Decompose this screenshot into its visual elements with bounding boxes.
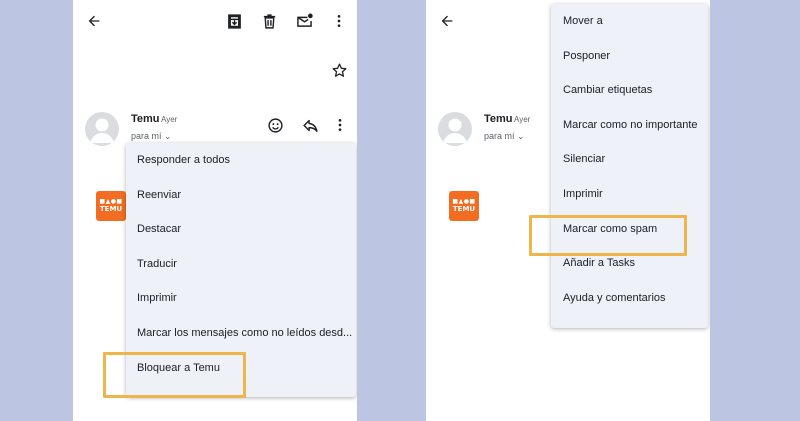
- temu-logo: ■▲●■ TEMU: [449, 191, 479, 221]
- recipient-label: para mí: [484, 131, 515, 141]
- menu-item-snooze[interactable]: Posponer: [551, 39, 708, 74]
- menu-item-move-to[interactable]: Mover a: [551, 4, 708, 39]
- right-phone-screen: Temu Ayer para mí ⌄ ■▲●■ TEMU Mover a Po…: [426, 0, 710, 421]
- sender-time: Ayer: [514, 115, 531, 124]
- menu-item-forward[interactable]: Reenviar: [126, 178, 356, 213]
- temu-logo-text: TEMU: [452, 205, 476, 213]
- highlight-block-sender: [103, 352, 246, 398]
- menu-item-translate[interactable]: Traducir: [126, 247, 356, 282]
- recipient-dropdown[interactable]: para mí ⌄: [484, 131, 525, 142]
- menu-item-star[interactable]: Destacar: [126, 212, 356, 247]
- sender-time: Ayer: [161, 115, 178, 124]
- sender-name: Temu: [131, 113, 160, 125]
- menu-item-mark-not-important[interactable]: Marcar como no importante: [551, 108, 708, 143]
- archive-icon[interactable]: [226, 13, 243, 30]
- avatar: [85, 112, 119, 146]
- reply-icon[interactable]: [302, 117, 319, 134]
- temu-logo: ■▲●■ TEMU: [96, 191, 126, 221]
- recipient-dropdown[interactable]: para mí ⌄: [131, 131, 172, 142]
- message-more-icon[interactable]: [332, 117, 348, 133]
- menu-item-mark-unread-from-here[interactable]: Marcar los mensajes como no leídos desd.…: [126, 316, 356, 351]
- menu-item-mute[interactable]: Silenciar: [551, 142, 708, 177]
- avatar: [438, 112, 472, 146]
- delete-icon[interactable]: [261, 13, 278, 30]
- menu-item-print[interactable]: Imprimir: [126, 281, 356, 316]
- recipient-label: para mí: [131, 131, 162, 141]
- overflow-menu: Mover a Posponer Cambiar etiquetas Marca…: [551, 4, 708, 328]
- mark-unread-icon[interactable]: [295, 12, 314, 30]
- more-options-icon[interactable]: [331, 13, 347, 29]
- menu-item-print[interactable]: Imprimir: [551, 177, 708, 212]
- highlight-report-spam: [529, 215, 687, 256]
- back-arrow-icon[interactable]: [439, 13, 455, 29]
- menu-item-help-feedback[interactable]: Ayuda y comentarios: [551, 281, 708, 316]
- sender-name: Temu: [484, 113, 513, 125]
- temu-logo-text: TEMU: [99, 205, 123, 213]
- menu-item-change-labels[interactable]: Cambiar etiquetas: [551, 73, 708, 108]
- back-arrow-icon[interactable]: [86, 13, 102, 29]
- star-icon[interactable]: [331, 62, 348, 79]
- emoji-reaction-icon[interactable]: [267, 117, 284, 134]
- chevron-down-icon: ⌄: [517, 131, 525, 141]
- menu-item-reply-all[interactable]: Responder a todos: [126, 143, 356, 178]
- chevron-down-icon: ⌄: [164, 131, 172, 141]
